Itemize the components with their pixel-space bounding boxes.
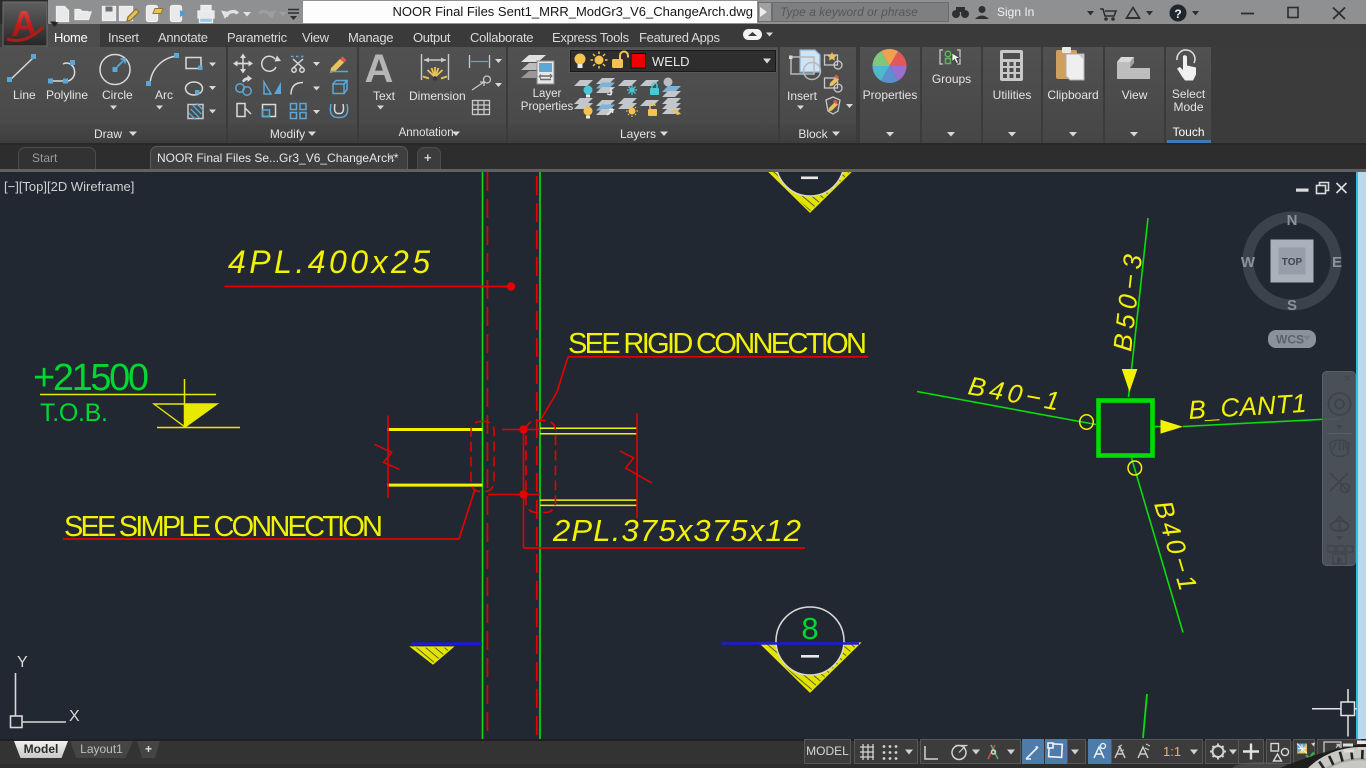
svg-text:X: X [69, 708, 80, 725]
svg-text:B50−3: B50−3 [1107, 252, 1148, 352]
svg-text:SEE RIGID CONNECTION: SEE RIGID CONNECTION [568, 328, 867, 360]
svg-text:WCS: WCS [1276, 333, 1304, 347]
svg-text:+21500: +21500 [33, 357, 148, 399]
svg-text:E: E [1332, 254, 1342, 271]
svg-text:A: A [365, 47, 394, 91]
svg-text:S: S [1287, 297, 1297, 314]
svg-text:N: N [1287, 212, 1298, 229]
svg-text:2PL.375x375x12: 2PL.375x375x12 [552, 513, 801, 548]
svg-text:TOP: TOP [1282, 257, 1303, 268]
svg-text:?: ? [1174, 7, 1181, 21]
svg-text:8: 8 [801, 611, 818, 646]
svg-text:W: W [1241, 254, 1256, 271]
svg-text:Y: Y [17, 654, 28, 671]
svg-text:T.O.B.: T.O.B. [40, 399, 108, 427]
svg-text:B_CANT1: B_CANT1 [1188, 388, 1308, 425]
svg-text:4PL.400x25: 4PL.400x25 [228, 244, 430, 280]
